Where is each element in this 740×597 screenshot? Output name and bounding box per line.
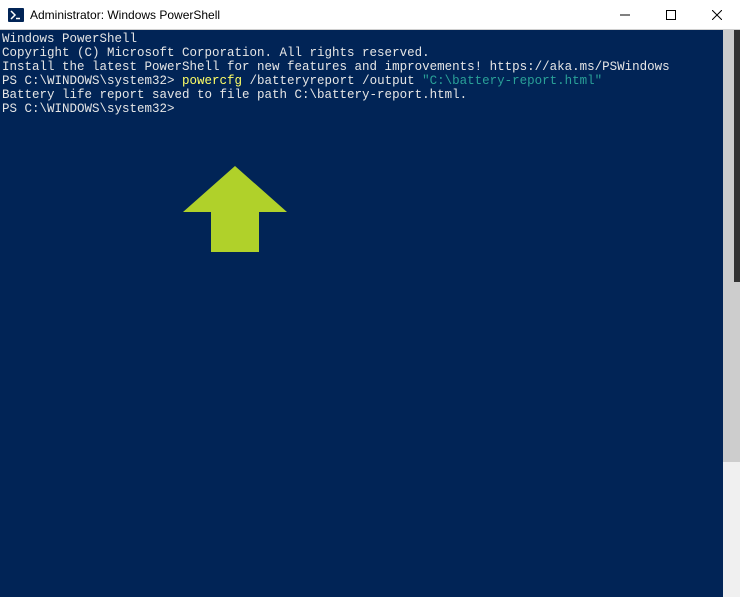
window-title: Administrator: Windows PowerShell	[30, 8, 602, 22]
terminal-line: Install the latest PowerShell for new fe…	[2, 60, 738, 74]
terminal-area[interactable]: Windows PowerShellCopyright (C) Microsof…	[0, 30, 740, 597]
terminal-line: Windows PowerShell	[2, 32, 738, 46]
close-button[interactable]	[694, 0, 740, 29]
command-path: "C:\battery-report.html"	[422, 74, 602, 88]
titlebar[interactable]: Administrator: Windows PowerShell	[0, 0, 740, 30]
command-args: /batteryreport /output	[242, 74, 422, 88]
terminal-command-line: PS C:\WINDOWS\system32> powercfg /batter…	[2, 74, 738, 88]
command-name: powercfg	[182, 74, 242, 88]
prompt-prefix: PS C:\WINDOWS\system32>	[2, 74, 182, 88]
powershell-window: Administrator: Windows PowerShell Window…	[0, 0, 740, 597]
maximize-button[interactable]	[648, 0, 694, 29]
powershell-icon	[8, 7, 24, 23]
terminal-output: Battery life report saved to file path C…	[2, 88, 738, 102]
minimize-button[interactable]	[602, 0, 648, 29]
window-controls	[602, 0, 740, 29]
arrow-up-annotation	[130, 150, 295, 282]
terminal-line: Copyright (C) Microsoft Corporation. All…	[2, 46, 738, 60]
prompt-prefix: PS C:\WINDOWS\system32>	[2, 102, 738, 116]
right-edge-marker	[734, 30, 740, 282]
